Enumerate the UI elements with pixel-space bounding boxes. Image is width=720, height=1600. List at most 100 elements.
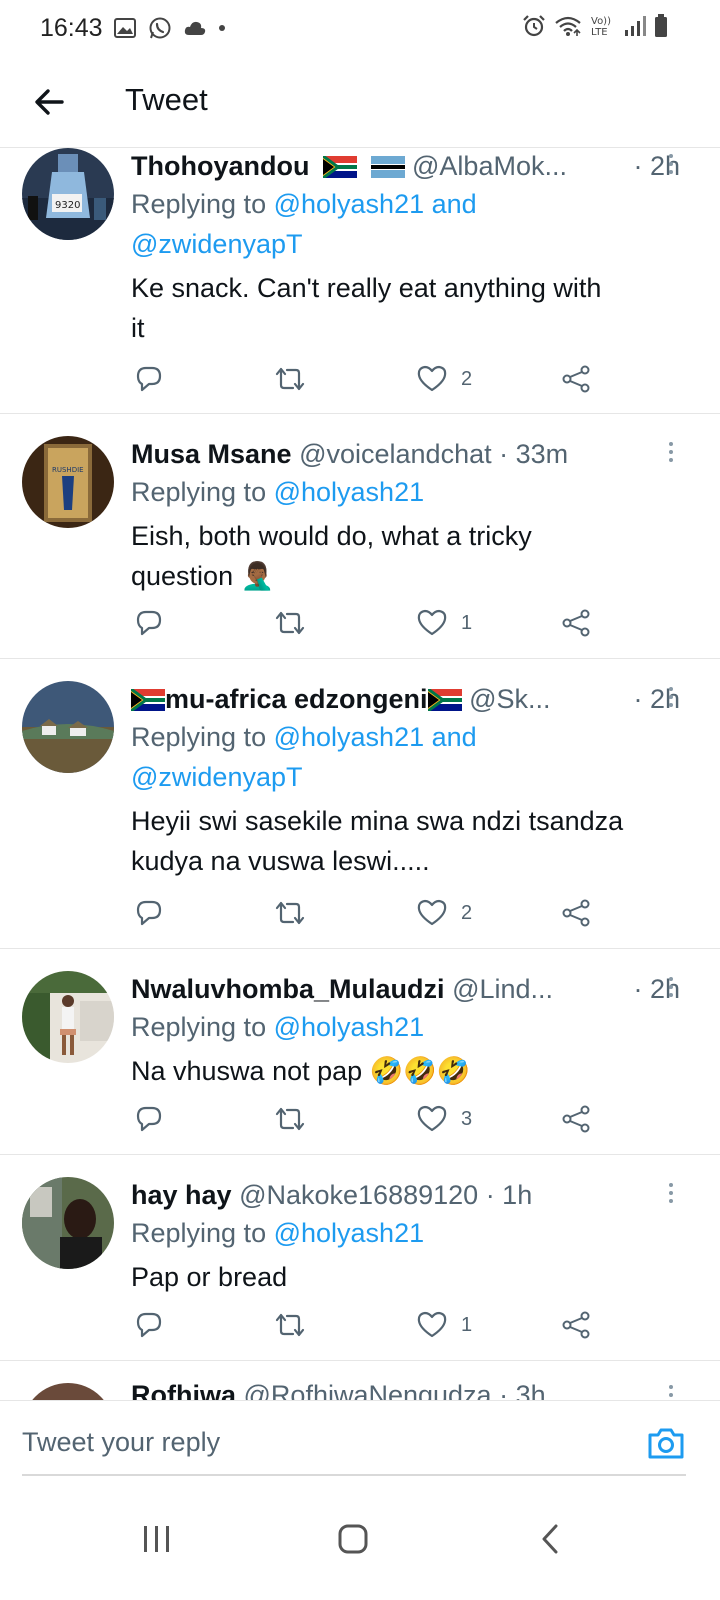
recent-apps-icon[interactable] — [132, 1514, 182, 1564]
wifi-icon — [555, 16, 581, 36]
dot-icon — [219, 25, 225, 31]
share-icon[interactable] — [561, 606, 591, 640]
like-count: 1 — [461, 1313, 473, 1336]
tweet-item[interactable]: 9320 Thohoyandou @AlbaMok... · 2h Replyi… — [0, 148, 720, 414]
author-handle[interactable]: @Nakoke16889120 — [239, 1180, 478, 1210]
heart-icon — [417, 365, 447, 392]
page-title: Tweet — [125, 82, 208, 117]
tweet-time: · 1h — [485, 1180, 533, 1210]
whatsapp-icon — [149, 17, 171, 39]
heart-icon — [417, 609, 447, 636]
tweet-item[interactable]: RUSHDIE Musa Msane @voicelandchat · 33m … — [0, 414, 720, 659]
share-icon[interactable] — [561, 1102, 591, 1136]
more-options-icon[interactable] — [666, 152, 676, 176]
retweet-icon[interactable] — [273, 1102, 307, 1136]
svg-text:RUSHDIE: RUSHDIE — [52, 466, 84, 474]
battery-icon — [655, 14, 667, 37]
more-options-icon[interactable] — [666, 1181, 676, 1205]
replying-mention[interactable]: @holyash21 and — [274, 722, 477, 752]
back-icon[interactable] — [526, 1514, 576, 1564]
avatar[interactable]: 9320 — [22, 148, 114, 240]
camera-icon[interactable] — [646, 1425, 686, 1461]
like-button[interactable]: 1 — [417, 1308, 472, 1342]
reply-composer — [0, 1400, 720, 1484]
author-name[interactable]: Rofhiwa — [131, 1380, 236, 1400]
replying-label: Replying to — [131, 1218, 274, 1248]
replying-label: Replying to — [131, 477, 274, 507]
top-app-bar: Tweet — [0, 56, 720, 148]
cloud-icon — [184, 21, 206, 35]
author-handle[interactable]: @voicelandchat — [299, 439, 492, 469]
retweet-icon[interactable] — [273, 362, 307, 396]
more-options-icon[interactable] — [666, 685, 676, 709]
botswana-flag — [370, 156, 405, 178]
more-options-icon[interactable] — [666, 975, 676, 999]
retweet-icon[interactable] — [273, 896, 307, 930]
tweet-actions: 2 — [131, 362, 601, 396]
tweet-text: Heyii swi sasekile mina swa ndzi tsandza… — [131, 806, 624, 876]
replying-mention[interactable]: @zwidenyapT — [131, 762, 302, 792]
svg-text:9320: 9320 — [55, 200, 80, 211]
retweet-icon[interactable] — [273, 606, 307, 640]
heart-icon — [417, 1105, 447, 1132]
author-handle[interactable]: @AlbaMok... — [412, 151, 567, 181]
heart-icon — [417, 1311, 447, 1338]
tweet-item[interactable]: Nwaluvhomba_Mulaudzi @Lind... · 2h Reply… — [0, 949, 720, 1155]
replying-mention[interactable]: @zwidenyapT — [131, 229, 302, 259]
avatar[interactable] — [22, 1177, 114, 1269]
like-button[interactable]: 1 — [417, 606, 472, 640]
replying-mention[interactable]: @holyash21 — [274, 1218, 425, 1248]
tweet-actions: 2 — [131, 896, 601, 930]
reply-icon[interactable] — [135, 606, 163, 640]
author-handle[interactable]: @Sk... — [469, 684, 550, 714]
retweet-icon[interactable] — [273, 1308, 307, 1342]
more-options-icon[interactable] — [666, 1383, 676, 1400]
like-button[interactable]: 2 — [417, 362, 472, 396]
svg-text:Vo)): Vo)) — [591, 16, 611, 27]
tweet-item[interactable]: Rofhiwa @RofhiwaNengudza · 3h — [0, 1361, 720, 1400]
alarm-icon — [523, 15, 545, 37]
replying-mention[interactable]: @holyash21 — [274, 1012, 425, 1042]
like-count: 2 — [461, 367, 473, 390]
tweet-text: Na vhuswa not pap 🤣🤣🤣 — [131, 1056, 471, 1086]
avatar[interactable] — [22, 1383, 114, 1400]
tweet-item[interactable]: mu-africa edzongeni @Sk... · 2h Replying… — [0, 659, 720, 949]
replying-mention[interactable]: @holyash21 — [274, 477, 425, 507]
author-handle[interactable]: @Lind... — [452, 974, 553, 1004]
tweet-item[interactable]: hay hay @Nakoke16889120 · 1h Replying to… — [0, 1155, 720, 1361]
avatar[interactable] — [22, 971, 114, 1063]
tweet-actions: 3 — [131, 1102, 601, 1136]
like-button[interactable]: 2 — [417, 896, 472, 930]
tweet-actions: 1 — [131, 1308, 601, 1342]
author-name[interactable]: hay hay — [131, 1180, 232, 1210]
share-icon[interactable] — [561, 1308, 591, 1342]
reply-icon[interactable] — [135, 1102, 163, 1136]
reply-input[interactable] — [22, 1427, 582, 1458]
tweet-text: Pap or bread — [131, 1262, 288, 1292]
reply-icon[interactable] — [135, 362, 163, 396]
author-handle[interactable]: @RofhiwaNengudza — [244, 1380, 492, 1400]
share-icon[interactable] — [561, 362, 591, 396]
reply-underline — [22, 1474, 686, 1476]
like-button[interactable]: 3 — [417, 1102, 472, 1136]
south-africa-flag — [426, 687, 462, 713]
more-options-icon[interactable] — [666, 440, 676, 464]
avatar[interactable]: RUSHDIE — [22, 436, 114, 528]
like-count: 2 — [461, 901, 473, 924]
reply-icon[interactable] — [135, 1308, 163, 1342]
author-name[interactable]: Musa Msane — [131, 439, 292, 469]
share-icon[interactable] — [561, 896, 591, 930]
author-name[interactable]: Nwaluvhomba_Mulaudzi — [131, 974, 445, 1004]
replying-mention[interactable]: @holyash21 and — [274, 189, 477, 219]
status-time: 16:43 — [40, 14, 103, 42]
status-bar: 16:43 Vo)) LTE — [0, 0, 720, 56]
south-africa-flag — [131, 687, 165, 713]
avatar[interactable] — [22, 681, 114, 773]
reply-icon[interactable] — [135, 896, 163, 930]
arrow-left-icon[interactable] — [28, 80, 72, 124]
like-count: 1 — [461, 611, 473, 634]
author-name[interactable]: Thohoyandou — [131, 151, 309, 181]
home-icon[interactable] — [328, 1514, 378, 1564]
author-name[interactable]: mu-africa edzongeni — [165, 684, 428, 714]
tweet-text: Ke snack. Can't really eat anything with… — [131, 273, 602, 343]
